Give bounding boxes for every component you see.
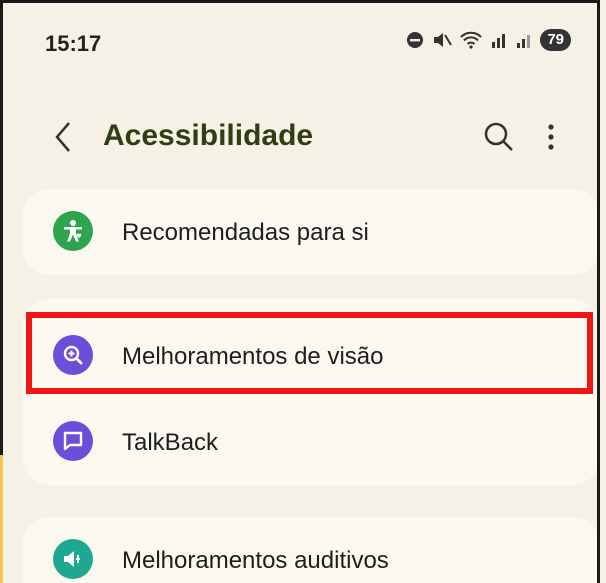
list-item-label: Melhoramentos de visão bbox=[122, 343, 384, 370]
list-item-vision-enhancements[interactable]: Melhoramentos de visão bbox=[23, 313, 597, 399]
edge-strip bbox=[0, 455, 3, 583]
wifi-icon bbox=[460, 31, 483, 49]
page-title: Acessibilidade bbox=[103, 119, 314, 152]
list-item-talkback[interactable]: TalkBack bbox=[23, 399, 597, 485]
zoom-in-icon bbox=[53, 335, 93, 375]
chat-bubble-icon bbox=[53, 421, 93, 461]
status-bar: 15:17 79 bbox=[3, 3, 597, 83]
card-hearing: Melhoramentos auditivos bbox=[23, 517, 597, 583]
signal-icon-1 bbox=[490, 31, 508, 49]
dnd-icon bbox=[406, 31, 424, 49]
mute-icon bbox=[432, 31, 453, 49]
phone-screen: 15:17 79 Acessibilidade Recomendadas par… bbox=[0, 0, 600, 583]
search-button[interactable] bbox=[481, 119, 517, 155]
list-item-label: Melhoramentos auditivos bbox=[122, 547, 389, 574]
more-vertical-icon bbox=[548, 124, 554, 150]
more-options-button[interactable] bbox=[541, 119, 561, 155]
accessibility-person-icon bbox=[53, 211, 93, 251]
card-recommended: Recomendadas para si bbox=[23, 189, 597, 275]
speaker-icon bbox=[53, 539, 93, 579]
card-vision-talkback: Melhoramentos de visão TalkBack bbox=[23, 299, 597, 485]
back-button[interactable] bbox=[49, 119, 79, 155]
status-icons: 79 bbox=[406, 29, 571, 51]
list-item-recommended[interactable]: Recomendadas para si bbox=[23, 189, 597, 275]
status-time: 15:17 bbox=[45, 31, 102, 56]
list-item-label: Recomendadas para si bbox=[122, 219, 369, 246]
search-icon bbox=[484, 122, 513, 151]
app-bar: Acessibilidade bbox=[3, 103, 597, 173]
battery-indicator: 79 bbox=[540, 29, 571, 51]
signal-icon-2 bbox=[516, 31, 532, 49]
chevron-left-icon bbox=[55, 122, 70, 152]
list-item-hearing-enhancements[interactable]: Melhoramentos auditivos bbox=[23, 517, 597, 583]
list-item-label: TalkBack bbox=[122, 429, 219, 456]
